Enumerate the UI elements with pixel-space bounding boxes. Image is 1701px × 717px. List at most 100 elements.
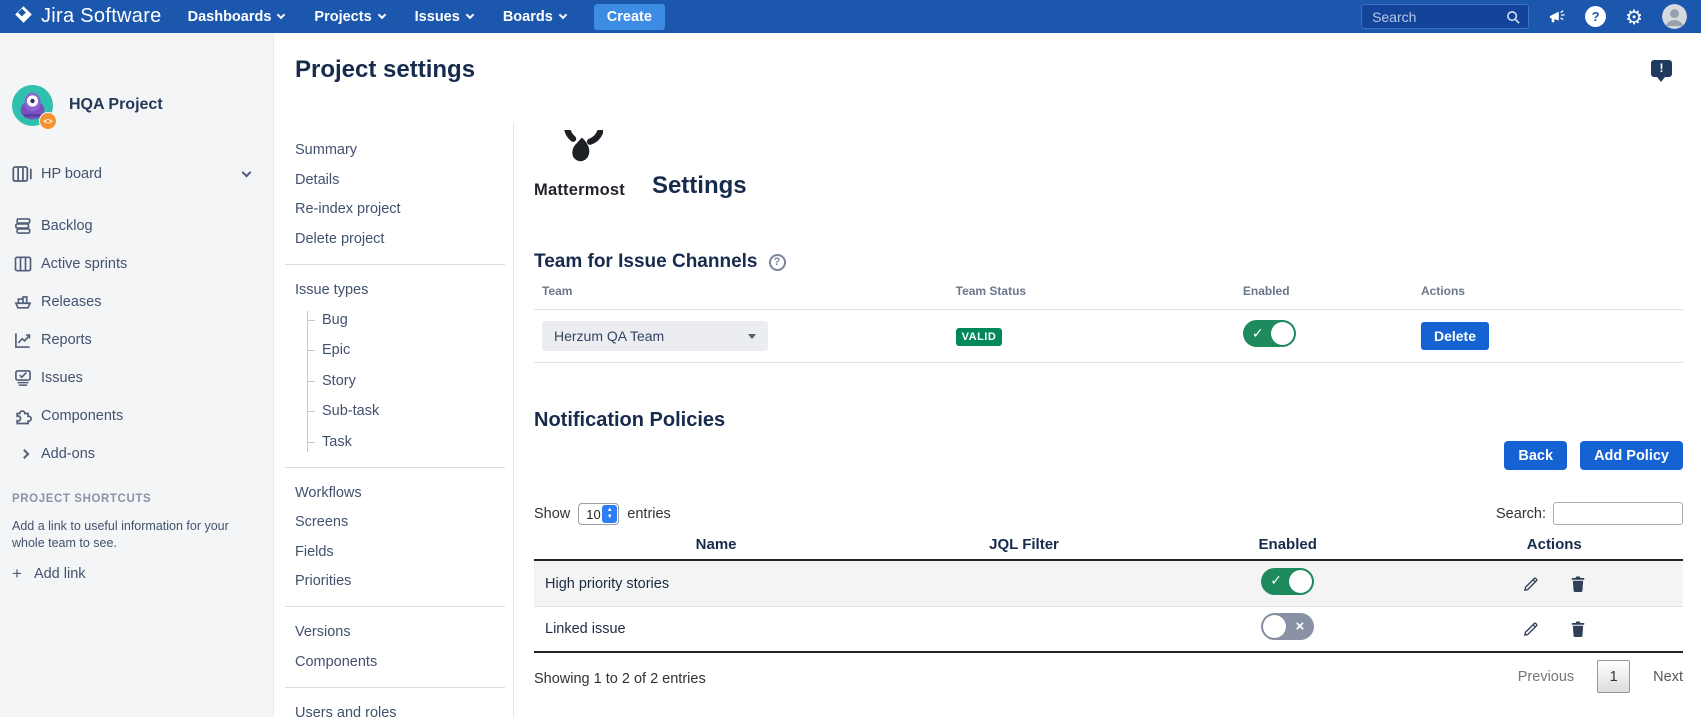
col-name: Name — [534, 536, 898, 553]
previous-page-button[interactable]: Previous — [1518, 669, 1574, 685]
megaphone-icon[interactable] — [1548, 9, 1566, 25]
sidebar-item-backlog[interactable]: Backlog — [0, 207, 274, 245]
issue-types-tree: Bug Epic Story Sub-task Task — [307, 311, 505, 452]
releases-icon — [12, 292, 33, 312]
pencil-icon — [1522, 575, 1540, 593]
sidebar-item-active-sprints[interactable]: Active sprints — [0, 245, 274, 283]
menu-item-priorities[interactable]: Priorities — [295, 572, 505, 591]
reports-icon — [12, 330, 33, 350]
policies-table-header: Name JQL Filter Enabled Actions — [534, 529, 1683, 561]
menu-item-fields[interactable]: Fields — [295, 543, 505, 562]
sidebar-item-releases[interactable]: Releases — [0, 283, 274, 321]
menu-item-summary[interactable]: Summary — [295, 141, 505, 160]
project-avatar[interactable]: <> — [12, 85, 53, 126]
policy-row: Linked issue ✓ × — [534, 607, 1683, 653]
menu-item-versions[interactable]: Versions — [295, 623, 505, 642]
pagination: Previous 1 Next — [1518, 660, 1683, 693]
search-icon — [1506, 10, 1521, 25]
col-jql-filter: JQL Filter — [898, 536, 1150, 553]
menu-divider — [285, 687, 505, 688]
nav-item-dashboards[interactable]: Dashboards — [188, 9, 285, 25]
nav-item-issues[interactable]: Issues — [415, 9, 473, 25]
search-input[interactable] — [1362, 9, 1528, 25]
menu-item-delete-project[interactable]: Delete project — [295, 230, 505, 249]
trash-icon — [1570, 620, 1586, 638]
page-title: Project settings — [295, 56, 475, 84]
menu-item-issue-types[interactable]: Issue types — [295, 281, 505, 300]
team-section-heading: Team for Issue Channels ? — [534, 251, 786, 273]
menu-item-details[interactable]: Details — [295, 171, 505, 190]
col-actions: Actions — [1413, 284, 1683, 309]
nav-item-projects[interactable]: Projects — [314, 9, 384, 25]
policies-table: Name JQL Filter Enabled Actions High pri… — [534, 529, 1683, 653]
pencil-icon — [1522, 620, 1540, 638]
menu-item-bug[interactable]: Bug — [322, 311, 505, 330]
project-sidebar: <> HQA Project HP board Backlog — [0, 33, 274, 717]
sidebar-item-issues[interactable]: Issues — [0, 359, 274, 397]
delete-policy-button[interactable] — [1570, 620, 1586, 638]
sidebar-item-reports[interactable]: Reports — [0, 321, 274, 359]
chevron-down-icon — [242, 167, 252, 177]
help-icon[interactable]: ? — [1585, 6, 1606, 27]
menu-item-task[interactable]: Task — [322, 433, 505, 452]
policies-search-input[interactable] — [1553, 502, 1683, 525]
team-dropdown[interactable]: Herzum QA Team — [542, 321, 768, 351]
back-button[interactable]: Back — [1504, 441, 1567, 470]
menu-divider — [285, 264, 505, 265]
help-circle-icon[interactable]: ? — [769, 254, 786, 271]
sidebar-item-components[interactable]: Components — [0, 397, 274, 435]
menu-item-subtask[interactable]: Sub-task — [322, 402, 505, 421]
entries-per-page-select[interactable]: 10 ▲▼ — [578, 503, 619, 525]
policy-enabled-toggle[interactable]: ✓ × — [1261, 568, 1314, 595]
chevron-down-icon — [377, 10, 385, 18]
menu-item-users-and-roles[interactable]: Users and roles — [295, 704, 505, 717]
add-policy-button[interactable]: Add Policy — [1580, 441, 1683, 470]
toggle-knob — [1271, 322, 1294, 345]
mattermost-wordmark: Mattermost — [534, 181, 625, 200]
edit-policy-button[interactable] — [1522, 575, 1540, 593]
search-label: Search: — [1496, 506, 1546, 522]
check-icon: ✓ — [1270, 572, 1282, 589]
policies-buttons: Back Add Policy — [1504, 441, 1683, 470]
chevron-down-icon — [559, 10, 567, 18]
jira-window: Jira Software Dashboards Projects Issues… — [0, 0, 1701, 717]
col-actions: Actions — [1426, 536, 1683, 553]
col-team: Team — [534, 284, 948, 309]
nav-item-boards[interactable]: Boards — [503, 9, 566, 25]
components-icon — [12, 406, 33, 426]
menu-item-workflows[interactable]: Workflows — [295, 484, 505, 503]
menu-item-components[interactable]: Components — [295, 653, 505, 672]
team-table: Team Team Status Enabled Actions Herzum … — [534, 284, 1683, 363]
create-button[interactable]: Create — [594, 4, 665, 30]
code-badge-icon: <> — [39, 112, 57, 130]
gear-icon[interactable]: ⚙ — [1625, 7, 1643, 27]
menu-item-screens[interactable]: Screens — [295, 513, 505, 532]
add-link-button[interactable]: + Add link — [12, 564, 86, 584]
trash-icon — [1570, 575, 1586, 593]
feedback-icon[interactable]: ! — [1651, 60, 1672, 77]
next-page-button[interactable]: Next — [1653, 669, 1683, 685]
menu-divider — [285, 467, 505, 468]
project-name: HQA Project — [69, 96, 163, 114]
delete-team-button[interactable]: Delete — [1421, 322, 1489, 350]
board-selector[interactable]: HP board — [0, 160, 274, 187]
team-table-header: Team Team Status Enabled Actions — [534, 284, 1683, 310]
delete-policy-button[interactable] — [1570, 575, 1586, 593]
page-number-button[interactable]: 1 — [1597, 660, 1630, 693]
column-divider — [513, 122, 514, 717]
sidebar-item-addons[interactable]: Add-ons — [0, 435, 274, 472]
policy-enabled-toggle[interactable]: ✓ × — [1261, 613, 1314, 640]
mattermost-logo: Mattermost — [534, 130, 625, 200]
policy-row: High priority stories ✓ × — [534, 561, 1683, 607]
jira-logo[interactable]: Jira Software — [0, 5, 162, 29]
team-enabled-toggle[interactable]: ✓ × — [1243, 320, 1296, 347]
col-enabled: Enabled — [1235, 284, 1413, 309]
chevron-down-icon — [277, 10, 285, 18]
menu-item-epic[interactable]: Epic — [322, 341, 505, 360]
menu-item-reindex-project[interactable]: Re-index project — [295, 200, 505, 219]
menu-item-story[interactable]: Story — [322, 372, 505, 391]
user-avatar[interactable] — [1662, 4, 1687, 29]
top-navbar: Jira Software Dashboards Projects Issues… — [0, 0, 1701, 33]
edit-policy-button[interactable] — [1522, 620, 1540, 638]
jira-logo-text: Jira Software — [41, 5, 162, 28]
